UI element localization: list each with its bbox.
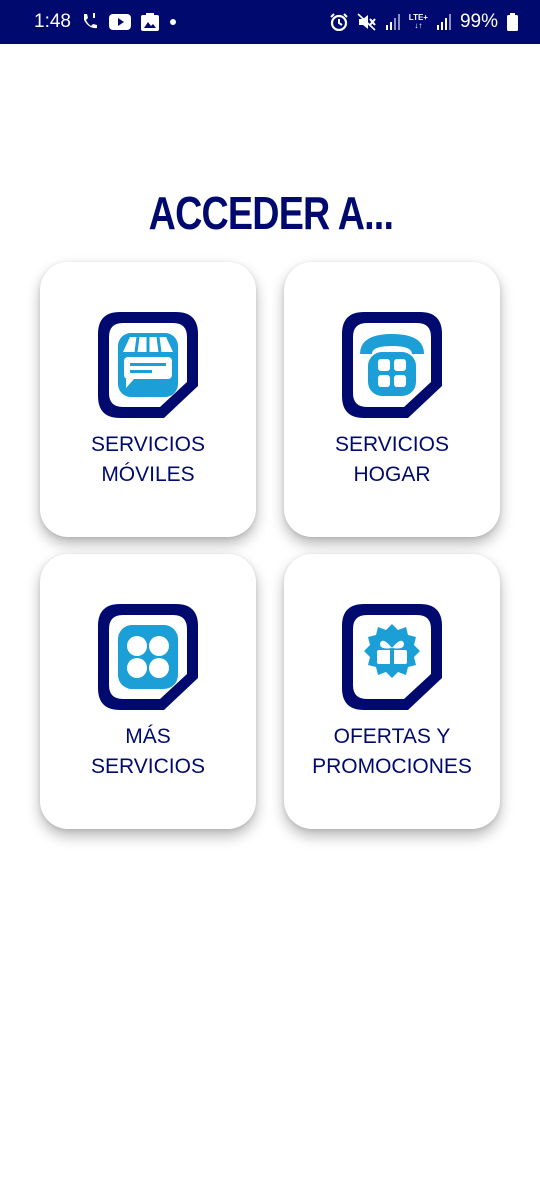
signal-icon: [385, 14, 400, 30]
youtube-icon: [108, 14, 131, 30]
card-label-line1: OFERTAS Y: [333, 725, 451, 748]
wifi-calling-icon: [81, 12, 99, 32]
battery-icon: [507, 13, 518, 31]
status-right: LTE+ ↓↑ 99%: [330, 0, 518, 44]
card-label: MÁS SERVICIOS: [40, 722, 256, 782]
card-mas-servicios[interactable]: MÁS SERVICIOS: [40, 554, 256, 829]
status-left: 1:48: [34, 11, 177, 33]
card-label: OFERTAS Y PROMOCIONES: [284, 722, 500, 782]
home-phone-icon: [340, 310, 444, 420]
status-bar: 1:48 LTE+ ↓↑ 99%: [0, 0, 540, 44]
battery-percent: 99%: [459, 11, 498, 32]
gift-offer-icon: [340, 602, 444, 712]
dot-icon: [169, 18, 177, 26]
data-arrows-icon: ↓↑: [414, 21, 423, 30]
card-label-line2: HOGAR: [353, 463, 431, 486]
page-title: ACCEDER A...: [148, 187, 394, 239]
card-servicios-hogar[interactable]: SERVICIOS HOGAR: [284, 262, 500, 537]
card-servicios-moviles[interactable]: SERVICIOS MÓVILES: [40, 262, 256, 537]
gallery-icon: [140, 13, 159, 31]
card-label-line2: SERVICIOS: [91, 755, 205, 778]
card-label-line1: SERVICIOS: [91, 433, 205, 456]
card-label: SERVICIOS MÓVILES: [40, 430, 256, 490]
alarm-icon: [330, 13, 348, 31]
card-label-line1: MÁS: [125, 725, 171, 748]
card-ofertas-promociones[interactable]: OFERTAS Y PROMOCIONES: [284, 554, 500, 829]
card-label: SERVICIOS HOGAR: [284, 430, 500, 490]
status-time: 1:48: [34, 11, 71, 32]
mobile-store-icon: [96, 310, 200, 420]
card-label-line2: PROMOCIONES: [312, 755, 472, 778]
card-label-line1: SERVICIOS: [335, 433, 449, 456]
signal-icon: [436, 14, 451, 30]
mute-icon: [357, 13, 377, 31]
lte-icon: LTE+ ↓↑: [409, 14, 428, 30]
card-label-line2: MÓVILES: [101, 463, 195, 486]
more-services-icon: [96, 602, 200, 712]
